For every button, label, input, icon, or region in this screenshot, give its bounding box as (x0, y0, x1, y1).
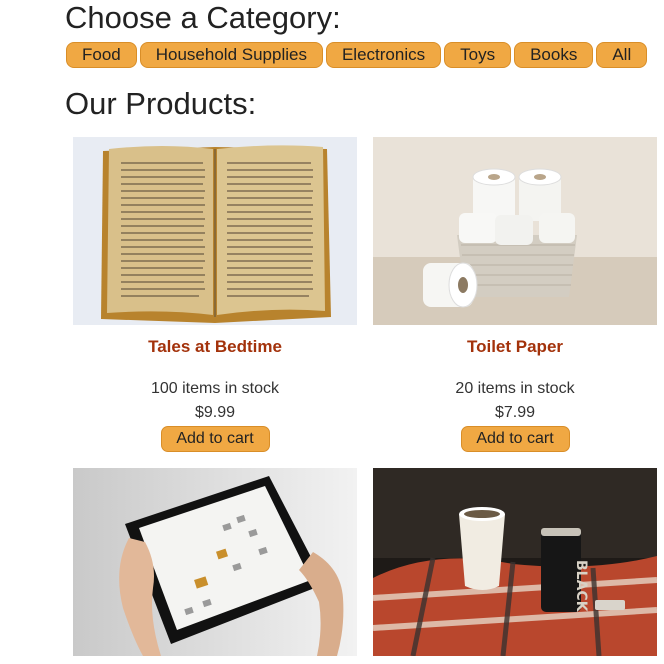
product-card: Toilet Paper 20 items in stock $7.99 Add… (373, 137, 657, 452)
category-household-button[interactable]: Household Supplies (139, 42, 323, 68)
category-toys-button[interactable]: Toys (444, 42, 512, 68)
products-heading: Our Products: (65, 86, 257, 121)
category-filter-bar: Food Household Supplies Electronics Toys… (66, 42, 648, 68)
product-card: BLACK (373, 468, 657, 656)
category-heading: Choose a Category: (65, 0, 341, 35)
product-price: $9.99 (194, 404, 236, 421)
add-to-cart-button[interactable]: Add to cart (160, 426, 270, 452)
svg-text:BLACK: BLACK (573, 560, 589, 613)
product-name[interactable]: Toilet Paper (373, 337, 657, 357)
category-all-button[interactable]: All (596, 42, 648, 68)
page: Choose a Category: Food Household Suppli… (0, 0, 664, 664)
category-food-button[interactable]: Food (66, 42, 137, 68)
product-image-book[interactable] (73, 137, 357, 325)
product-card (73, 468, 357, 656)
product-card: Tales at Bedtime 100 items in stock $9.9… (73, 137, 357, 452)
product-stock: 100 items in stock (150, 380, 280, 397)
product-price: $7.99 (494, 404, 536, 421)
category-books-button[interactable]: Books (514, 42, 594, 68)
product-image-coffee[interactable]: BLACK (373, 468, 657, 656)
add-to-cart-button[interactable]: Add to cart (460, 426, 570, 452)
category-electronics-button[interactable]: Electronics (325, 42, 442, 68)
product-stock: 20 items in stock (455, 380, 575, 397)
product-name[interactable]: Tales at Bedtime (73, 337, 357, 357)
product-image-toilet-paper[interactable] (373, 137, 657, 325)
product-image-tablet[interactable] (73, 468, 357, 656)
